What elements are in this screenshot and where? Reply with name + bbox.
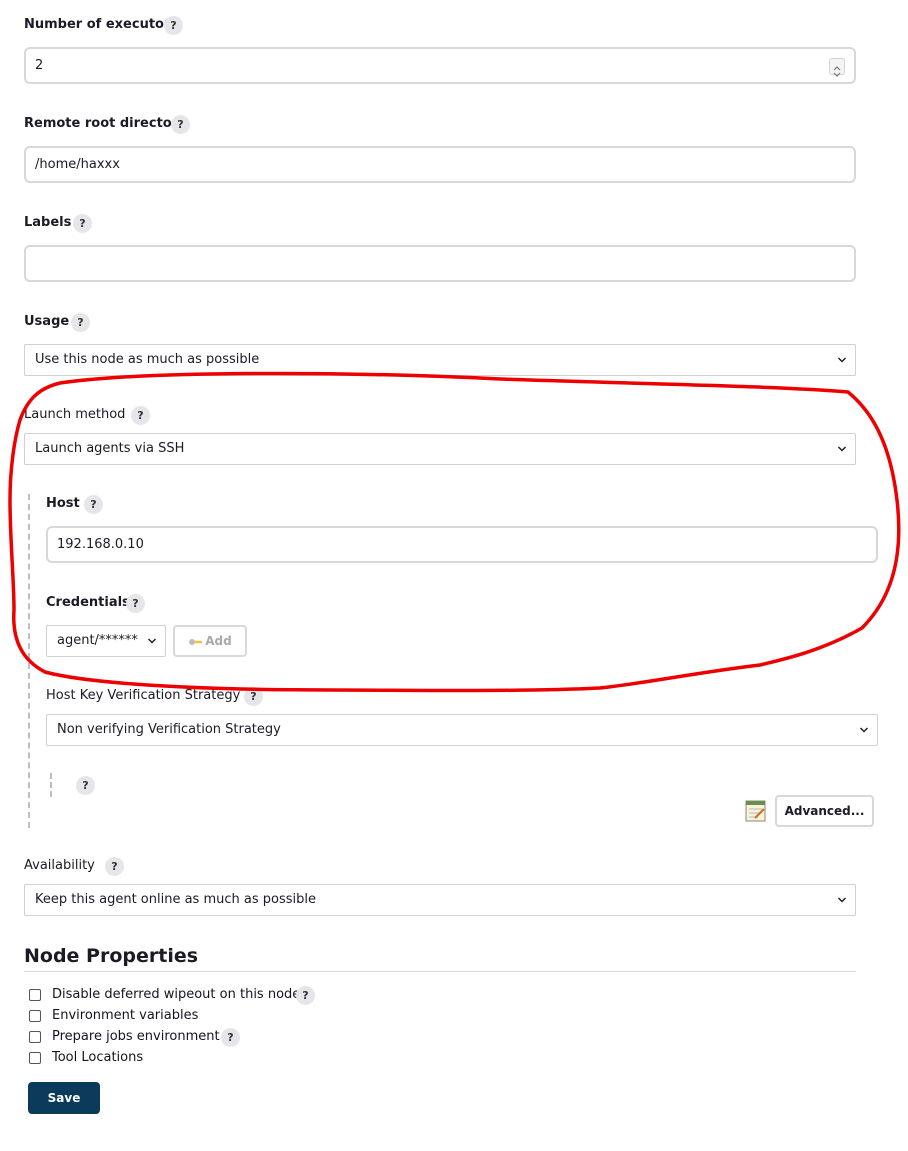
availability-value: Keep this agent online as much as possib… [35,892,316,907]
inner-section-divider [50,773,52,797]
help-icon[interactable]: ? [84,495,103,514]
help-icon[interactable]: ? [131,406,150,425]
remote-root-label: Remote root directory [24,116,187,131]
usage-label: Usage [24,314,70,329]
help-icon[interactable]: ? [171,115,190,134]
key-icon [189,638,203,645]
add-credentials-label: Add [205,634,232,648]
nested-section-divider [28,494,30,828]
availability-label: Availability [24,858,95,873]
labels-label: Labels [24,215,72,230]
help-icon[interactable]: ? [221,1028,240,1047]
chevron-down-icon [837,357,847,363]
executors-label: Number of executors [24,17,179,32]
usage-select[interactable]: Use this node as much as possible [24,344,856,376]
host-input[interactable]: 192.168.0.10 [46,526,878,563]
advanced-button[interactable]: Advanced... [775,795,874,827]
credentials-value: agent/****** [57,633,138,648]
remote-root-input[interactable]: /home/haxxx [24,146,856,183]
host-key-label: Host Key Verification Strategy [46,688,241,703]
node-properties-divider [24,971,856,972]
save-button[interactable]: Save [28,1082,100,1114]
help-icon[interactable]: ? [296,986,315,1005]
help-icon[interactable]: ? [164,16,183,35]
executors-input[interactable]: 2 [24,47,856,84]
labels-input[interactable] [24,245,856,282]
host-key-select[interactable]: Non verifying Verification Strategy [46,714,878,746]
property-disable-wipeout-label[interactable]: Disable deferred wipeout on this node [52,987,300,1002]
property-prepare-jobs-label[interactable]: Prepare jobs environment [52,1029,220,1044]
host-value: 192.168.0.10 [57,537,144,552]
help-icon[interactable]: ? [71,313,90,332]
executors-value: 2 [35,58,44,73]
checkbox-icon[interactable] [29,989,41,1001]
availability-select[interactable]: Keep this agent online as much as possib… [24,884,856,916]
credentials-select[interactable]: agent/****** [46,625,166,657]
usage-value: Use this node as much as possible [35,352,260,367]
remote-root-value: /home/haxxx [35,157,120,172]
chevron-down-icon [147,638,157,644]
checkbox-icon[interactable] [29,1052,41,1064]
property-env-vars-label[interactable]: Environment variables [52,1008,198,1023]
add-credentials-button[interactable]: Add [173,625,247,657]
help-icon[interactable]: ? [73,214,92,233]
notepad-icon[interactable] [745,799,767,823]
help-icon[interactable]: ? [105,857,124,876]
launch-method-value: Launch agents via SSH [35,441,185,456]
checkbox-icon[interactable] [29,1010,41,1022]
property-tool-locations-label[interactable]: Tool Locations [52,1050,143,1065]
launch-method-select[interactable]: Launch agents via SSH [24,433,856,465]
chevron-down-icon [837,446,847,452]
host-key-value: Non verifying Verification Strategy [57,722,281,737]
checkbox-icon[interactable] [29,1031,41,1043]
help-icon[interactable]: ? [76,776,95,795]
help-icon[interactable]: ? [126,594,145,613]
help-icon[interactable]: ? [244,687,263,706]
spinner-icon[interactable] [829,58,845,77]
credentials-label: Credentials [46,595,130,610]
launch-method-label: Launch method [24,407,126,422]
chevron-down-icon [837,897,847,903]
chevron-down-icon [859,727,869,733]
node-properties-heading: Node Properties [24,945,199,967]
host-label: Host [46,496,80,511]
